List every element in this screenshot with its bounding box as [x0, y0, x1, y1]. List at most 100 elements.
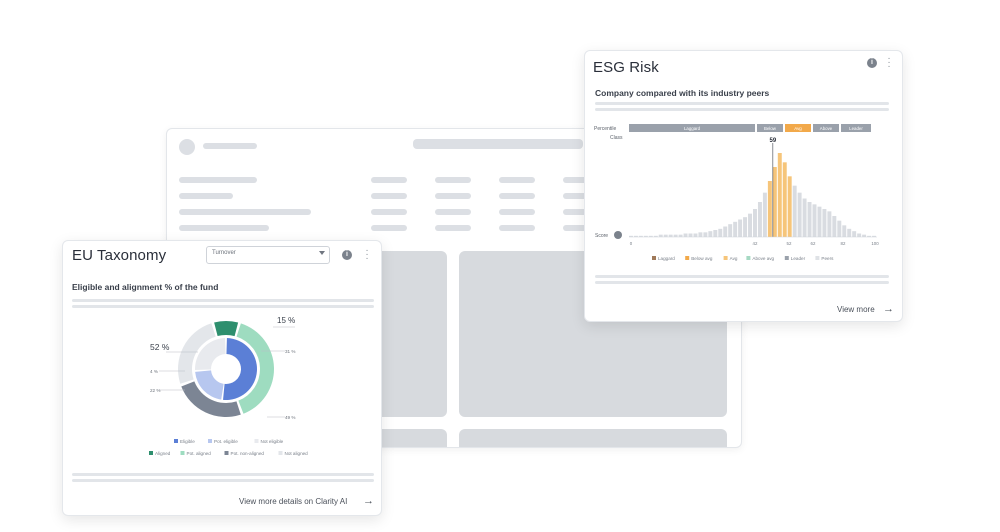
legend-swatch-eligible	[174, 439, 178, 443]
esg-class-bands: Laggard Below Avg Above Leader	[629, 124, 871, 132]
histogram-bar	[673, 234, 678, 237]
histogram-bar	[797, 192, 802, 237]
legend-label-pot-eligible: Pot. eligible	[214, 439, 238, 444]
histogram-bar	[807, 202, 812, 237]
band-label-laggard: Laggard	[684, 126, 701, 131]
skeleton-row	[179, 209, 311, 215]
marker-value: 59	[769, 138, 776, 144]
histogram-bar	[792, 185, 797, 237]
legend-label-below-avg: Below avg	[691, 256, 713, 261]
esg-x-ticks: 0 42 52 62 82 100	[630, 241, 879, 246]
esg-peer-histogram: Percentile Class Laggard Below Avg Above Lea…	[594, 124, 879, 261]
score-axis-label: Score	[595, 233, 608, 239]
arrow-right-icon[interactable]: →	[883, 304, 894, 315]
histogram-bar	[723, 226, 728, 237]
metric-select-value: Turnover	[212, 250, 236, 256]
skeleton-cell	[435, 193, 471, 199]
metric-select[interactable]: Turnover	[206, 246, 330, 264]
skeleton-cell	[371, 209, 407, 215]
legend-swatch-pot-aligned	[180, 451, 185, 455]
view-more-link[interactable]: View more	[837, 305, 875, 314]
label-left-main: 52 %	[150, 342, 170, 352]
divider	[72, 305, 374, 308]
esg-risk-title: ESG Risk	[593, 59, 659, 76]
histogram-bar	[772, 167, 777, 237]
histogram-bar	[852, 231, 857, 237]
histogram-bar	[713, 230, 718, 237]
view-more-details-link[interactable]: View more details on Clarity AI	[239, 497, 347, 506]
skeleton-header-bar	[413, 139, 583, 149]
inner-slice-eligible	[223, 338, 257, 400]
histogram-bar	[693, 233, 698, 237]
legend-label-peers: Peers	[821, 256, 834, 261]
histogram-bar	[757, 202, 762, 237]
legend-label-not-eligible: Not eligible	[261, 439, 284, 444]
chevron-down-icon	[319, 251, 325, 255]
more-options-icon[interactable]: · · ·	[887, 54, 891, 72]
legend-label-leader: Leader	[791, 256, 806, 261]
band-label-below: Below	[764, 126, 777, 131]
x-tick-label: 100	[871, 241, 879, 246]
histogram-bar	[688, 233, 693, 237]
histogram-bar	[733, 221, 738, 237]
esg-risk-subtitle: Company compared with its industry peers	[595, 88, 770, 98]
skeleton-cell	[499, 177, 535, 183]
skeleton-cell	[499, 193, 535, 199]
legend-swatch-avg	[723, 256, 728, 260]
legend-label-avg: Avg	[730, 256, 738, 261]
esg-risk-card: ESG Risk i · · · Company compared with its…	[584, 50, 903, 322]
info-icon[interactable]: i	[342, 250, 352, 260]
divider	[595, 108, 889, 111]
histogram-bar	[738, 219, 743, 237]
skeleton-cell	[435, 177, 471, 183]
divider	[595, 275, 889, 278]
histogram-bar	[698, 232, 703, 237]
legend-label-aligned: Aligned	[155, 451, 171, 456]
more-options-icon[interactable]: · · ·	[365, 246, 369, 264]
taxonomy-donut-chart: 15 % 52 % 31 % 49 % 4 % 22 % Eligible Pot…	[149, 316, 309, 456]
legend-label-not-aligned: Not aligned	[285, 451, 309, 456]
legend-swatch-laggard	[652, 256, 656, 260]
legend-label-eligible: Eligible	[180, 439, 195, 444]
histogram-bar	[658, 234, 663, 237]
skeleton-avatar	[179, 139, 195, 155]
x-tick-label: 82	[841, 241, 846, 246]
donut-inner-ring	[195, 338, 257, 400]
donut-outer-ring	[178, 321, 274, 417]
skeleton-row	[179, 193, 233, 199]
skeleton-cell	[499, 209, 535, 215]
divider	[72, 299, 374, 302]
histogram-bar	[817, 206, 822, 237]
legend-swatch-leader	[784, 256, 789, 260]
outer-slice-aligned	[214, 321, 239, 337]
info-icon[interactable]: i	[867, 58, 877, 68]
skeleton-cell	[499, 225, 535, 231]
skeleton-panel	[459, 429, 727, 447]
row-label-percentile: Percentile	[594, 126, 616, 132]
histogram-bar	[822, 209, 827, 237]
esg-legend: Laggard Below avg Avg Above avg Leader Peers	[652, 256, 834, 261]
arrow-right-icon[interactable]: →	[363, 496, 374, 507]
histogram-bar	[827, 211, 832, 237]
histogram-bar	[787, 176, 792, 237]
score-info-icon	[614, 231, 622, 239]
histogram-bar	[748, 213, 752, 237]
histogram-bar	[837, 220, 842, 237]
legend-swatch-above-avg	[746, 256, 751, 260]
skeleton-title	[203, 143, 257, 149]
divider	[595, 281, 889, 284]
histogram-bar	[678, 234, 683, 237]
legend-swatch-pot-eligible	[208, 439, 212, 443]
legend-swatch-below-avg	[685, 256, 690, 260]
x-tick-label: 0	[630, 241, 633, 246]
histogram-bar	[663, 234, 668, 237]
histogram-bar	[703, 232, 708, 237]
histogram-bar	[847, 228, 852, 237]
x-tick-label: 52	[787, 241, 792, 246]
histogram-bar	[683, 233, 688, 237]
histogram-bar	[842, 225, 847, 237]
legend-label-pot-aligned: Pot. aligned	[187, 451, 212, 456]
band-label-leader: Leader	[849, 126, 863, 131]
legend-swatch-not-eligible	[254, 439, 259, 443]
histogram-bar	[718, 228, 723, 237]
